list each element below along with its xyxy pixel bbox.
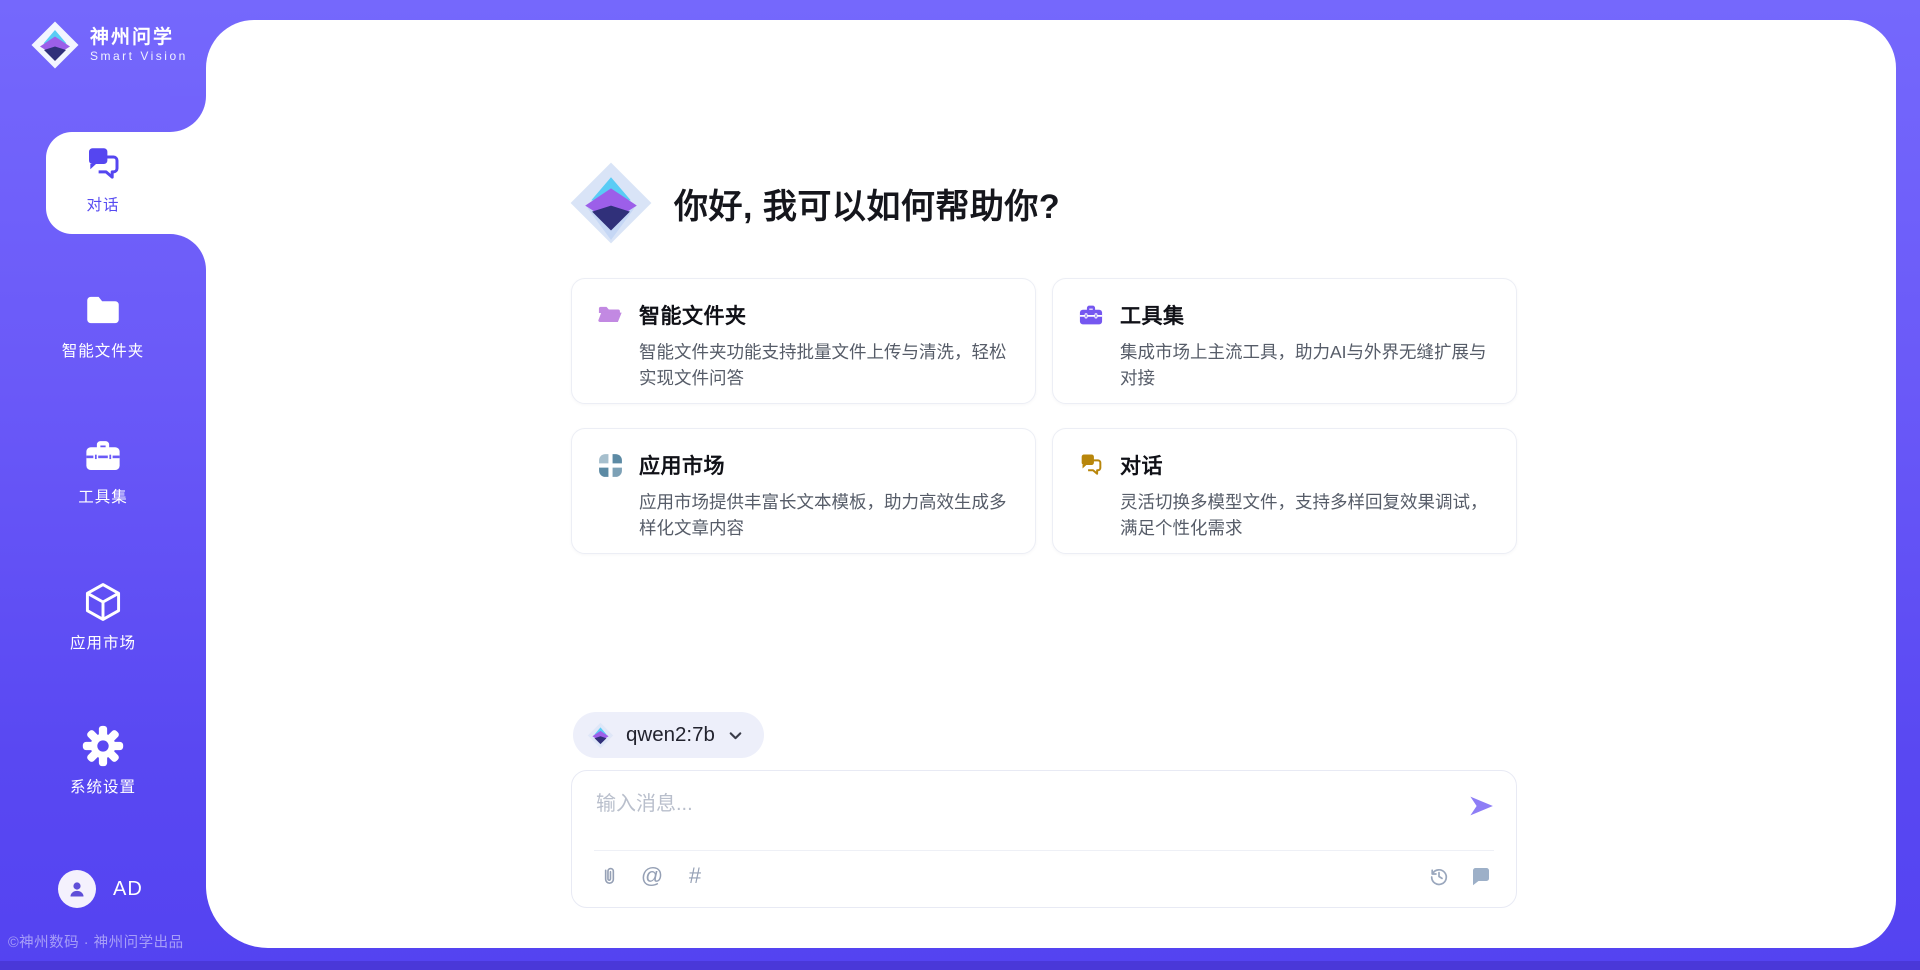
cube-icon [81, 580, 125, 624]
sidebar-item-label: 对话 [86, 193, 119, 215]
hashtag-icon[interactable]: # [682, 863, 708, 889]
sidebar-item-label: 智能文件夹 [62, 339, 145, 361]
main-content-panel: 你好, 我可以如何帮助你? 智能文件夹 智能文件夹功能支持批量文件上传与清洗，轻… [206, 20, 1896, 948]
sidebar-item-chat[interactable]: 对话 [0, 142, 206, 215]
brand-diamond-icon [587, 722, 614, 749]
card-chat[interactable]: 对话 灵活切换多模型文件，支持多样回复效果调试，满足个性化需求 [1052, 428, 1517, 554]
toolbox-icon [81, 434, 125, 478]
card-description: 灵活切换多模型文件，支持多样回复效果调试，满足个性化需求 [1120, 489, 1492, 542]
chevron-down-icon [727, 727, 744, 744]
grid-icon [596, 451, 624, 479]
mention-icon[interactable]: @ [639, 863, 665, 889]
card-smart-folder[interactable]: 智能文件夹 智能文件夹功能支持批量文件上传与清洗，轻松实现文件问答 [571, 278, 1036, 404]
sidebar-item-app-market[interactable]: 应用市场 [0, 580, 206, 653]
tab-fillet-top [170, 96, 206, 132]
folder-icon [81, 288, 125, 332]
avatar [58, 870, 96, 908]
sidebar-item-label: 系统设置 [70, 775, 136, 797]
chat-icon [1077, 451, 1105, 479]
brand-subtitle: Smart Vision [90, 49, 188, 63]
user-name: AD [113, 878, 143, 901]
card-description: 应用市场提供丰富长文本模板，助力高效生成多样化文章内容 [639, 489, 1011, 542]
app-window: 你好, 我可以如何帮助你? 智能文件夹 智能文件夹功能支持批量文件上传与清洗，轻… [0, 0, 1920, 970]
card-toolset[interactable]: 工具集 集成市场上主流工具，助力AI与外界无缝扩展与对接 [1052, 278, 1517, 404]
card-description: 智能文件夹功能支持批量文件上传与清洗，轻松实现文件问答 [639, 339, 1011, 392]
gear-icon [81, 724, 125, 768]
chat-bubble-icon[interactable] [1468, 863, 1494, 889]
model-name: qwen2:7b [626, 723, 715, 747]
user-account[interactable]: AD [58, 870, 143, 908]
attachment-icon[interactable] [596, 863, 622, 889]
brand-name: 神州问学 [90, 27, 188, 50]
card-title: 应用市场 [639, 450, 725, 480]
send-icon[interactable] [1466, 791, 1496, 821]
greeting-row: 你好, 我可以如何帮助你? [568, 160, 1060, 246]
sidebar-item-toolset[interactable]: 工具集 [0, 434, 206, 507]
app-logo: 神州问学 Smart Vision [30, 20, 188, 70]
feature-cards: 智能文件夹 智能文件夹功能支持批量文件上传与清洗，轻松实现文件问答 [571, 278, 1517, 554]
message-composer: @ # [571, 770, 1517, 908]
sidebar-item-settings[interactable]: 系统设置 [0, 724, 206, 797]
brand-diamond-icon [568, 160, 654, 246]
bottom-scrollbar-strip[interactable] [0, 961, 1920, 970]
card-description: 集成市场上主流工具，助力AI与外界无缝扩展与对接 [1120, 339, 1492, 392]
folder-open-icon [596, 301, 624, 329]
tab-fillet-bottom [170, 234, 206, 270]
card-app-market[interactable]: 应用市场 应用市场提供丰富长文本模板，助力高效生成多样化文章内容 [571, 428, 1036, 554]
message-input[interactable] [596, 787, 1436, 841]
card-title: 工具集 [1120, 300, 1185, 330]
toolbox-icon [1077, 301, 1105, 329]
sidebar-item-label: 工具集 [78, 485, 128, 507]
sidebar-item-label: 应用市场 [70, 631, 136, 653]
sidebar-item-smart-folder[interactable]: 智能文件夹 [0, 288, 206, 361]
copyright-text: ©神州数码 · 神州问学出品 [8, 931, 206, 952]
history-icon[interactable] [1426, 863, 1452, 889]
greeting-title: 你好, 我可以如何帮助你? [674, 179, 1060, 228]
brand-diamond-icon [30, 20, 80, 70]
card-title: 对话 [1120, 450, 1163, 480]
card-title: 智能文件夹 [639, 300, 747, 330]
model-selector[interactable]: qwen2:7b [573, 712, 764, 758]
composer-divider [594, 850, 1494, 851]
chat-icon [81, 142, 125, 186]
